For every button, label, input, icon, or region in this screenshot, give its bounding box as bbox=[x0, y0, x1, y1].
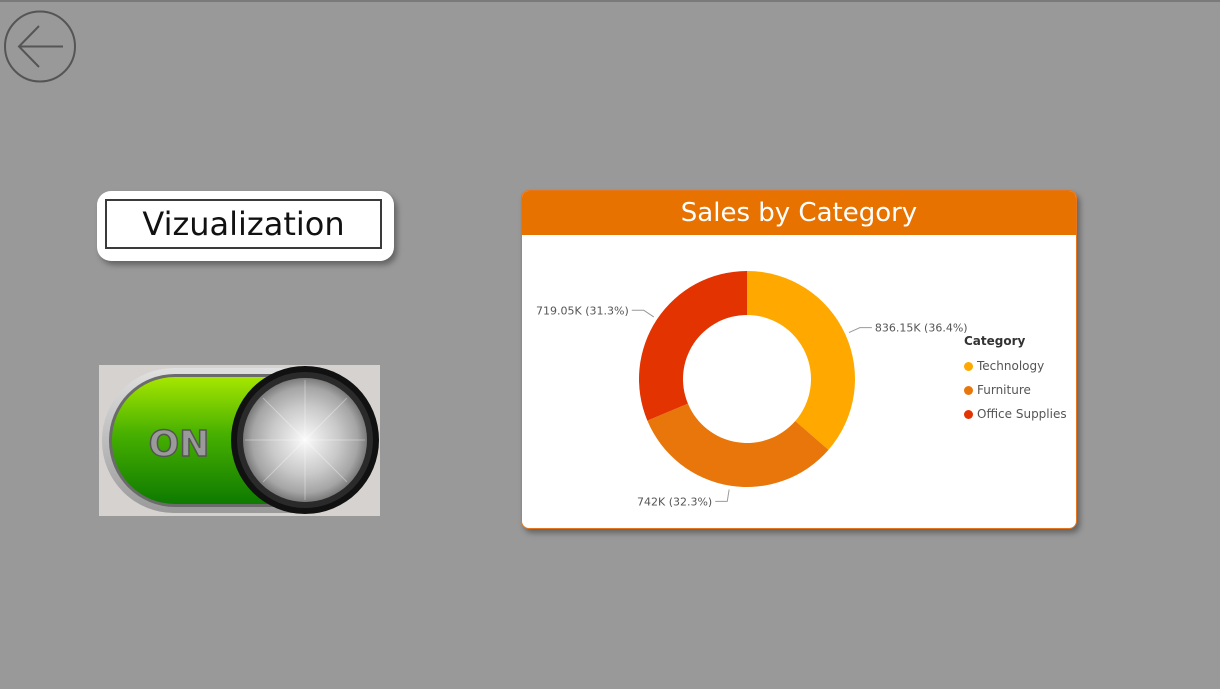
legend-title: Category bbox=[964, 334, 1026, 348]
legend-dot-icon bbox=[964, 409, 973, 419]
legend-dot-icon bbox=[964, 385, 973, 395]
legend-dot-icon bbox=[964, 361, 973, 371]
visualization-title-card[interactable]: Vizualization bbox=[97, 191, 394, 261]
legend-label: Office Supplies bbox=[977, 407, 1067, 421]
donut-slice-technology[interactable] bbox=[747, 271, 855, 450]
legend-label: Furniture bbox=[977, 383, 1031, 397]
on-toggle-switch[interactable]: ON bbox=[99, 365, 380, 516]
data-label-furniture: 742K (32.3%) bbox=[637, 495, 712, 508]
data-label-technology: 836.15K (36.4%) bbox=[875, 322, 968, 335]
data-label-leader bbox=[631, 309, 655, 318]
donut-slice-office-supplies[interactable] bbox=[639, 271, 747, 421]
chart-legend: Category Technology Furniture Office Suppl… bbox=[964, 334, 1067, 426]
back-arrow-icon[interactable] bbox=[3, 9, 77, 84]
sales-by-category-card[interactable]: Sales by Category 836.15K (36.4%) 742K (3… bbox=[521, 190, 1077, 529]
visualization-title: Vizualization bbox=[105, 199, 382, 249]
legend-label: Technology bbox=[977, 359, 1045, 373]
legend-item-office-supplies[interactable]: Office Supplies bbox=[964, 402, 1067, 426]
data-label-leader bbox=[715, 489, 730, 502]
legend-item-technology[interactable]: Technology bbox=[964, 354, 1067, 378]
data-label-leader bbox=[848, 327, 872, 334]
toggle-label: ON bbox=[149, 424, 210, 465]
top-border bbox=[0, 0, 1220, 2]
data-label-office-supplies: 719.05K (31.3%) bbox=[536, 304, 629, 317]
legend-item-furniture[interactable]: Furniture bbox=[964, 378, 1067, 402]
